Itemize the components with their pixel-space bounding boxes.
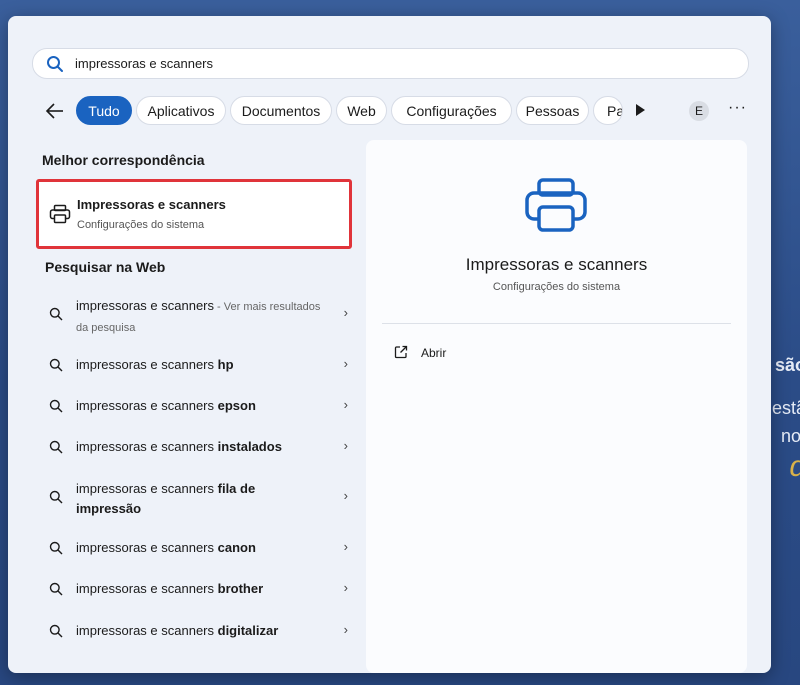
web-result-item[interactable]: impressoras e scanners fila de impressão… <box>46 479 348 519</box>
best-match-subtitle: Configurações do sistema <box>77 219 205 231</box>
background-text-line: d <box>789 450 800 484</box>
web-result-label: impressoras e scanners - Ver mais result… <box>76 298 321 334</box>
detail-subtitle: Configurações do sistema <box>492 281 621 293</box>
search-panel: Tudo Aplicativos Documentos Web Configur… <box>8 16 771 673</box>
search-icon <box>49 307 63 321</box>
web-result-item[interactable]: impressoras e scanners brother › <box>46 579 348 599</box>
background-text-line: no, <box>780 426 800 446</box>
web-result-label: impressoras e scanners epson <box>76 398 256 413</box>
chevron-right-icon: › <box>343 539 348 554</box>
web-search-heading: Pesquisar na Web <box>45 259 166 275</box>
web-result-item[interactable]: impressoras e scanners canon › <box>46 538 348 558</box>
divider <box>382 323 731 324</box>
more-options-icon[interactable]: ··· <box>728 99 747 117</box>
printer-icon <box>49 204 71 224</box>
web-result-label: impressoras e scanners instalados <box>76 439 282 454</box>
printer-icon <box>525 178 587 232</box>
web-result-label: impressoras e scanners canon <box>76 540 256 555</box>
web-result-item[interactable]: impressoras e scanners epson › <box>46 396 348 416</box>
chevron-right-icon: › <box>343 580 348 595</box>
search-icon <box>47 55 63 72</box>
tab-pastas[interactable]: Pas <box>593 96 623 125</box>
chevron-right-icon: › <box>343 438 348 453</box>
web-result-item[interactable]: impressoras e scanners - Ver mais result… <box>46 296 348 336</box>
web-result-label: impressoras e scanners brother <box>76 581 264 596</box>
chevron-right-icon: › <box>343 356 348 371</box>
tab-tudo[interactable]: Tudo <box>76 96 132 125</box>
best-match-result[interactable]: Impressoras e scanners Configurações do … <box>36 179 352 249</box>
best-match-heading: Melhor correspondência <box>42 152 205 168</box>
detail-pane: Impressoras e scanners Configurações do … <box>366 140 747 673</box>
web-result-item[interactable]: impressoras e scanners digitalizar › <box>46 621 348 641</box>
search-box[interactable] <box>32 48 749 79</box>
chevron-right-icon: › <box>343 305 348 320</box>
web-result-label: impressoras e scanners fila de impressão <box>76 481 256 516</box>
background-text-line: são <box>774 355 800 375</box>
chevron-right-icon: › <box>343 397 348 412</box>
avatar[interactable]: E <box>689 101 709 121</box>
back-arrow-icon[interactable] <box>44 100 66 122</box>
search-input[interactable] <box>73 55 717 72</box>
search-icon <box>49 490 63 504</box>
tab-web[interactable]: Web <box>336 96 387 125</box>
tab-aplicativos[interactable]: Aplicativos <box>136 96 226 125</box>
search-icon <box>49 624 63 638</box>
scroll-right-icon[interactable] <box>636 104 645 116</box>
tab-pessoas[interactable]: Pessoas <box>516 96 589 125</box>
background-text-line: estã <box>771 398 800 418</box>
tab-configuracoes[interactable]: Configurações <box>391 96 512 125</box>
search-icon <box>49 582 63 596</box>
open-action[interactable]: Abrir <box>394 345 474 365</box>
best-match-title: Impressoras e scanners <box>77 197 226 212</box>
chevron-right-icon: › <box>343 622 348 637</box>
web-result-item[interactable]: impressoras e scanners hp › <box>46 355 348 375</box>
web-result-label: impressoras e scanners hp <box>76 357 234 372</box>
detail-title: Impressoras e scanners <box>465 255 648 274</box>
chevron-right-icon: › <box>343 488 348 503</box>
search-icon <box>49 440 63 454</box>
web-result-item[interactable]: impressoras e scanners instalados › <box>46 437 348 457</box>
web-result-label: impressoras e scanners digitalizar <box>76 623 279 638</box>
search-icon <box>49 358 63 372</box>
search-icon <box>49 399 63 413</box>
search-icon <box>49 541 63 555</box>
tab-documentos[interactable]: Documentos <box>230 96 332 125</box>
open-label: Abrir <box>421 346 447 360</box>
filter-bar: Tudo Aplicativos Documentos Web Configur… <box>44 96 756 126</box>
open-external-icon <box>394 345 408 359</box>
